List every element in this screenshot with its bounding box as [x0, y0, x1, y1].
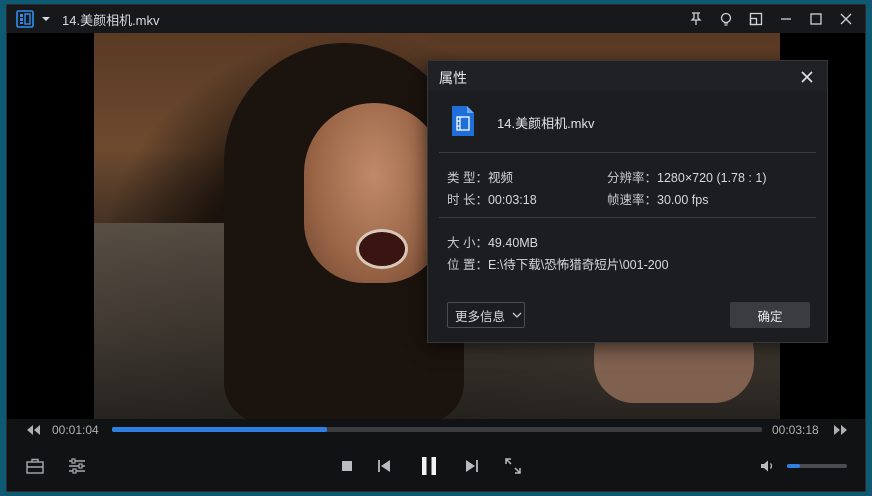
resolution-value: 1280×720 (1.78 : 1)	[657, 171, 767, 185]
volume-slider-fill	[787, 464, 801, 468]
size-row: 大 小：49.40MB	[447, 232, 538, 251]
framerate-row: 帧速率：30.00 fps	[607, 189, 708, 208]
fullscreen-icon[interactable]	[504, 457, 522, 475]
maximize-icon[interactable]	[801, 5, 831, 33]
minimize-icon[interactable]	[771, 5, 801, 33]
fast-forward-icon[interactable]	[831, 422, 851, 438]
total-time: 00:03:18	[772, 423, 819, 437]
dialog-body: 14.美颜相机.mkv 类 型：视频 分辨率：1280×720 (1.78 : …	[428, 91, 827, 342]
type-label: 类 型：	[447, 171, 488, 185]
pin-icon[interactable]	[681, 5, 711, 33]
resolution-row: 分辨率：1280×720 (1.78 : 1)	[607, 167, 766, 186]
current-time: 00:01:04	[52, 423, 99, 437]
location-label: 位 置：	[447, 258, 488, 272]
dialog-close-icon[interactable]	[797, 67, 817, 87]
file-name: 14.美颜相机.mkv	[497, 116, 595, 131]
toolbox-icon[interactable]	[25, 457, 45, 475]
chevron-down-icon	[512, 308, 522, 322]
duration-label: 时 长：	[447, 193, 488, 207]
close-icon[interactable]	[831, 5, 861, 33]
progress-row: 00:01:04 00:03:18	[7, 419, 865, 441]
playlist-icon[interactable]	[16, 10, 34, 28]
window-title: 14.美颜相机.mkv	[62, 12, 160, 28]
duration-value: 00:03:18	[487, 193, 537, 207]
framerate-label: 帧速率：	[607, 193, 658, 207]
title-bar: 14.美颜相机.mkv	[7, 5, 865, 33]
type-row: 类 型：视频	[447, 167, 513, 186]
location-row: 位 置：E:\待下载\恐怖猎奇短片\001-200	[447, 254, 669, 273]
next-icon[interactable]	[463, 458, 481, 474]
rewind-icon[interactable]	[23, 422, 43, 438]
divider	[439, 217, 816, 218]
stop-icon[interactable]	[338, 458, 356, 474]
bulb-icon[interactable]	[711, 5, 741, 33]
size-value: 49.40MB	[487, 236, 539, 250]
size-label: 大 小：	[447, 236, 488, 250]
ok-button[interactable]: 确定	[730, 302, 810, 328]
divider	[439, 152, 816, 153]
previous-icon[interactable]	[375, 458, 393, 474]
type-value: 视频	[487, 171, 513, 185]
volume-slider[interactable]	[787, 464, 847, 468]
duration-row: 时 长：00:03:18	[447, 189, 537, 208]
seek-bar-fill	[112, 427, 327, 432]
more-info-label: 更多信息	[455, 309, 506, 324]
seek-bar[interactable]	[112, 427, 762, 432]
mini-mode-icon[interactable]	[741, 5, 771, 33]
pause-icon[interactable]	[417, 454, 441, 478]
more-info-button[interactable]: 更多信息	[447, 302, 525, 328]
settings-sliders-icon[interactable]	[67, 457, 87, 475]
resolution-label: 分辨率：	[607, 171, 658, 185]
location-value[interactable]: E:\待下载\恐怖猎奇短片\001-200	[488, 258, 669, 272]
player-window: 14.美颜相机.mkv 00:01:04 00:03:18 属性 14.美颜相机…	[6, 4, 866, 492]
volume-icon[interactable]	[759, 458, 777, 474]
caret-down-icon[interactable]	[40, 13, 52, 25]
properties-dialog: 属性 14.美颜相机.mkv 类 型：视频 分辨率：1280×720 (1.78…	[427, 60, 828, 343]
video-file-icon	[450, 105, 478, 139]
framerate-value: 30.00 fps	[657, 193, 709, 207]
dialog-title: 属性	[439, 70, 467, 86]
control-bar	[7, 441, 865, 491]
